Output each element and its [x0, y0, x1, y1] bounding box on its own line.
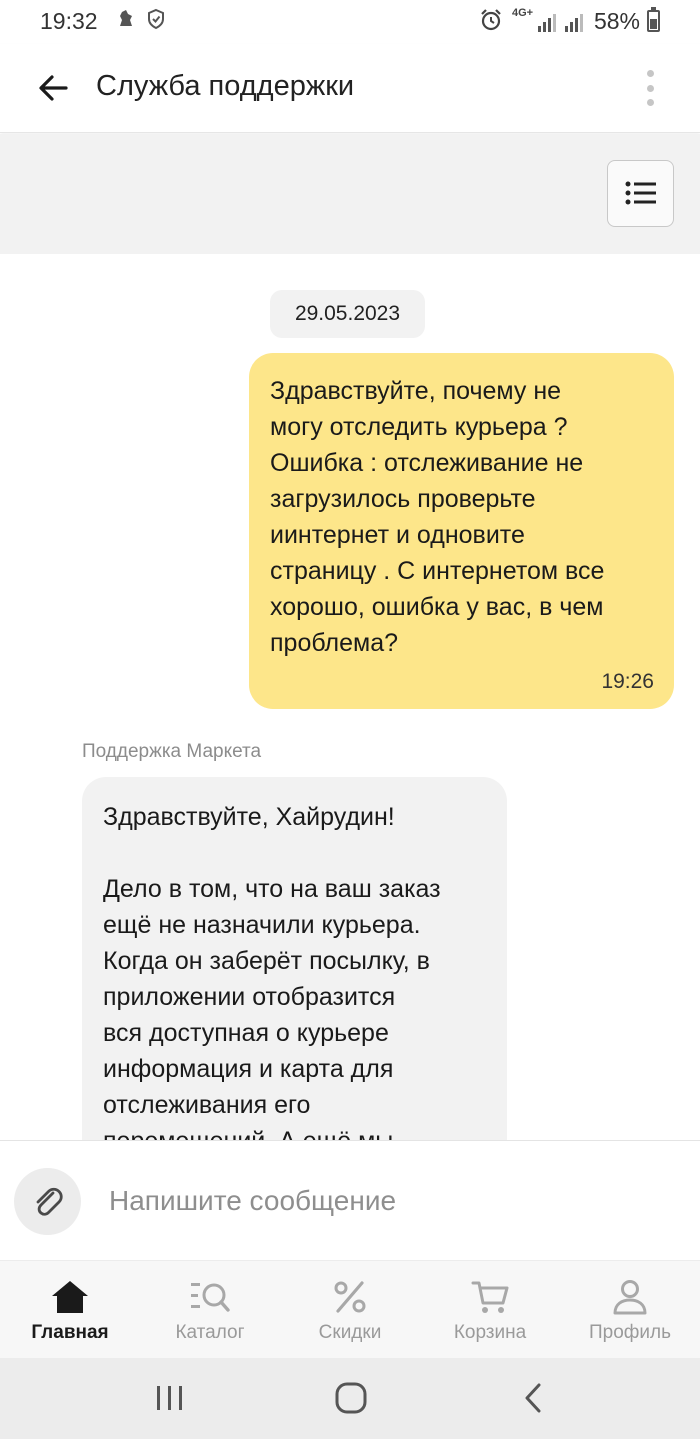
chat-toolbar	[0, 134, 700, 254]
signal-icon	[538, 12, 556, 32]
alarm-icon	[479, 8, 503, 38]
signal-icon-2	[565, 12, 583, 32]
nav-item-discounts[interactable]: Скидки	[280, 1261, 420, 1359]
home-circle-icon	[335, 1382, 367, 1414]
percent-icon	[334, 1281, 366, 1313]
message-composer	[0, 1140, 700, 1260]
battery-icon	[647, 7, 660, 32]
system-navigation-bar	[0, 1358, 700, 1439]
date-separator: 29.05.2023	[270, 290, 425, 338]
recents-icon	[157, 1386, 182, 1410]
message-input[interactable]	[96, 1167, 676, 1235]
nav-label: Каталог	[175, 1322, 245, 1343]
chat-messages[interactable]: 29.05.2023 Здравствуйте, почему не могу …	[0, 254, 700, 1140]
catalog-search-icon	[191, 1283, 230, 1312]
nav-item-cart[interactable]: Корзина	[420, 1261, 560, 1359]
more-vertical-icon	[646, 70, 654, 77]
message-sender: Поддержка Маркета	[82, 741, 262, 762]
topics-list-button[interactable]	[607, 160, 674, 227]
nav-item-profile[interactable]: Профиль	[560, 1261, 700, 1359]
nav-label: Корзина	[453, 1322, 527, 1343]
home-icon	[52, 1281, 88, 1313]
message-text: Здравствуйте, Хайрудин! Дело в том, что …	[103, 803, 441, 1140]
status-time: 19:32	[40, 8, 98, 34]
network-type: 4G+	[512, 7, 534, 19]
nav-label: Главная	[31, 1322, 109, 1343]
home-system-button[interactable]	[331, 1380, 371, 1416]
list-icon	[625, 181, 656, 205]
back-button[interactable]	[34, 68, 74, 108]
nav-label: Скидки	[318, 1322, 382, 1343]
message-time: 19:26	[601, 670, 654, 693]
nav-item-home[interactable]: Главная	[0, 1261, 140, 1359]
profile-icon	[613, 1280, 647, 1315]
recents-button[interactable]	[150, 1380, 190, 1416]
back-chevron-icon	[525, 1383, 541, 1413]
battery-percentage: 58%	[593, 8, 640, 34]
app-bar: Служба поддержки	[0, 44, 700, 133]
bottom-navigation: Главная Каталог Скидки Корзина Профиль	[0, 1260, 700, 1358]
page-title: Служба поддержки	[96, 70, 355, 102]
attach-button[interactable]	[14, 1168, 81, 1235]
message-text: Здравствуйте, почему не могу отследить к…	[270, 377, 605, 657]
outgoing-message[interactable]: Здравствуйте, почему не могу отследить к…	[249, 353, 674, 709]
paperclip-icon	[36, 1187, 63, 1216]
notification-icon	[116, 8, 136, 36]
back-system-button[interactable]	[514, 1380, 554, 1416]
status-bar: 19:32 4G+ 58%	[0, 0, 700, 44]
nav-item-catalog[interactable]: Каталог	[140, 1261, 280, 1359]
shield-icon	[146, 8, 166, 36]
nav-label: Профиль	[588, 1322, 672, 1343]
cart-icon	[471, 1281, 509, 1313]
incoming-message[interactable]: Здравствуйте, Хайрудин! Дело в том, что …	[82, 777, 507, 1140]
more-menu-button[interactable]	[640, 70, 660, 106]
arrow-left-icon	[39, 75, 68, 101]
